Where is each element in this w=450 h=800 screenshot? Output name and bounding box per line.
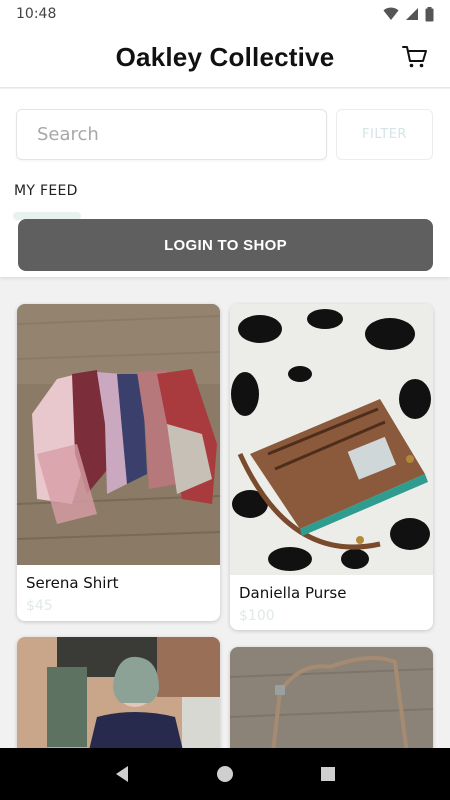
product-price: $100 <box>239 608 275 624</box>
screen: 10:48 Oakley Collective FILTER MY FEED L… <box>0 0 450 800</box>
cart-icon <box>402 46 427 68</box>
system-nav-bar <box>0 748 450 800</box>
app-header: Oakley Collective <box>0 28 450 88</box>
product-image <box>17 304 220 565</box>
feed-controls: FILTER MY FEED LOGIN TO SHOP <box>0 89 450 277</box>
back-icon[interactable] <box>112 764 132 784</box>
my-feed-tab[interactable]: MY FEED <box>14 183 78 199</box>
app-title: Oakley Collective <box>115 42 335 72</box>
product-name: Daniella Purse <box>239 584 347 602</box>
status-time: 10:48 <box>16 6 57 22</box>
wifi-icon <box>383 7 399 20</box>
cart-button[interactable] <box>400 42 430 72</box>
home-icon[interactable] <box>215 764 235 784</box>
product-card[interactable]: Serena Shirt $45 <box>17 304 220 621</box>
status-icons <box>383 6 434 22</box>
product-card[interactable]: Daniella Purse $100 <box>230 304 433 630</box>
status-bar: 10:48 <box>0 0 450 28</box>
filter-button[interactable]: FILTER <box>336 109 433 160</box>
signal-icon <box>406 8 418 20</box>
search-input[interactable] <box>37 124 326 145</box>
recents-icon[interactable] <box>318 764 338 784</box>
battery-icon <box>425 6 434 21</box>
product-price: $45 <box>26 598 53 614</box>
login-to-shop-button[interactable]: LOGIN TO SHOP <box>18 219 433 271</box>
search-box[interactable] <box>16 109 327 160</box>
product-image <box>230 304 433 575</box>
product-name: Serena Shirt <box>26 574 119 592</box>
